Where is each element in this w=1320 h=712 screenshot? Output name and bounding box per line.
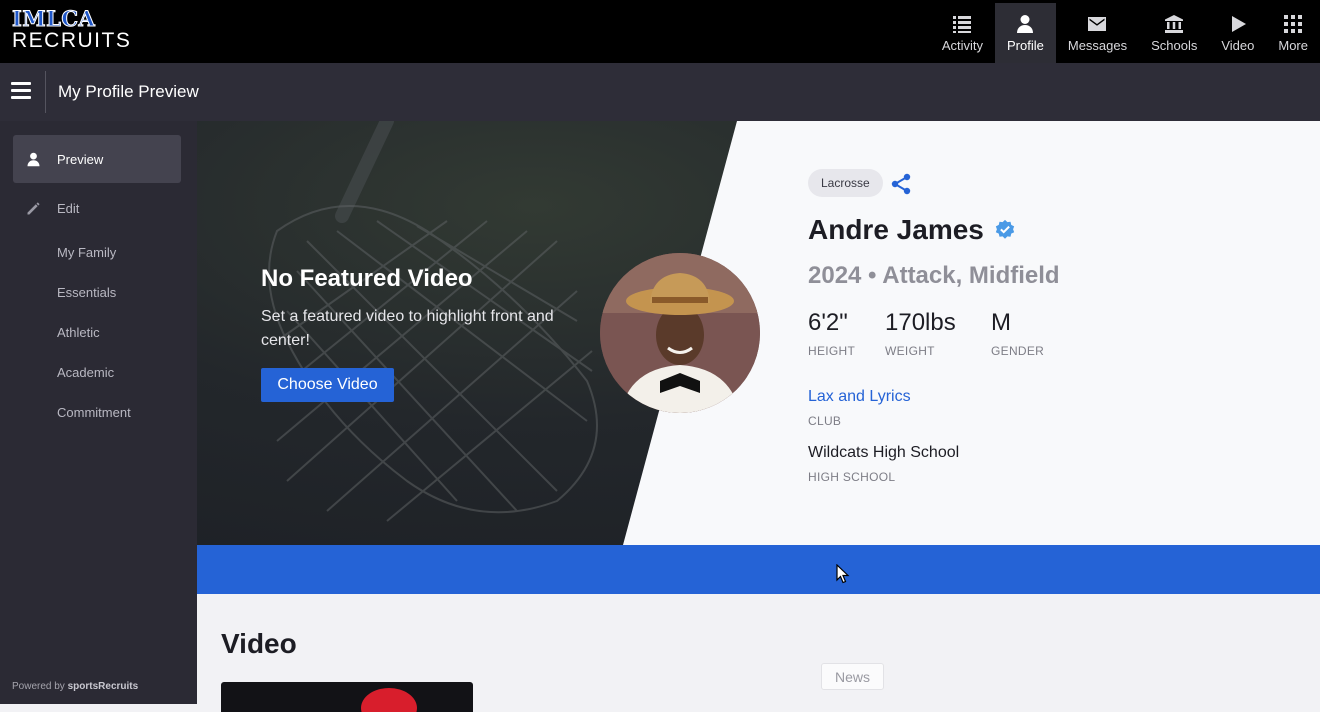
stat-height: 6'2" HEIGHT	[808, 309, 855, 358]
sidebar-item-label: Preview	[57, 151, 104, 167]
sidebar-item-label: My Family	[57, 244, 117, 260]
page-title: My Profile Preview	[58, 82, 199, 101]
pencil-icon	[27, 202, 40, 214]
nav-profile[interactable]: Profile	[995, 3, 1056, 63]
sidebar-item-preview[interactable]: Preview	[13, 135, 181, 183]
brand-logo[interactable]: IMLCA RECRUITS	[11, 6, 132, 52]
bank-icon	[1165, 14, 1184, 33]
nav-schools[interactable]: Schools	[1139, 3, 1209, 63]
verified-badge-icon	[995, 219, 1015, 239]
stat-gender: M GENDER	[991, 309, 1044, 358]
avatar	[600, 253, 760, 413]
nav-profile-label: Profile	[1007, 37, 1044, 53]
high-school-label: HIGH SCHOOL	[808, 470, 896, 484]
video-section-heading: Video	[221, 628, 297, 659]
sidebar-item-label: Edit	[57, 200, 80, 216]
sidebar-item-label: Academic	[57, 364, 115, 380]
choose-video-button[interactable]: Choose Video	[261, 368, 394, 402]
sidebar-item-edit[interactable]: Edit	[13, 184, 181, 232]
brand-logo-line2: RECRUITS	[12, 29, 132, 52]
nav-activity-label: Activity	[941, 37, 983, 53]
stat-value: 6'2"	[808, 309, 848, 336]
list-icon	[953, 15, 972, 33]
sidebar-item-label: Commitment	[57, 404, 131, 420]
powered-by-prefix: Powered by	[12, 681, 65, 692]
high-school-name: Wildcats High School	[808, 444, 960, 461]
video-thumbnail[interactable]	[221, 682, 473, 712]
section-nav-band	[197, 545, 1320, 594]
featured-video-text: Set a featured video to highlight front …	[261, 308, 554, 349]
sport-badge: Lacrosse	[808, 169, 883, 197]
profile-hero: No Featured Video Set a featured video t…	[197, 121, 1320, 545]
hamburger-menu-icon[interactable]	[11, 82, 31, 100]
main-content: Video News	[197, 594, 1320, 712]
mouse-cursor-icon	[836, 564, 850, 584]
brand-logo-line1: IMLCA	[11, 6, 96, 31]
stat-weight: 170lbs WEIGHT	[885, 309, 956, 358]
top-bar: IMLCA RECRUITS Activity Profile Messages…	[0, 0, 1320, 63]
club-label: CLUB	[808, 414, 842, 428]
stat-label: GENDER	[991, 344, 1045, 358]
play-icon	[1231, 15, 1246, 32]
sidebar: Preview Edit My Family Essentials Athlet…	[0, 121, 197, 704]
grid-icon	[1284, 14, 1303, 33]
news-tooltip: News	[821, 663, 885, 690]
sub-header: My Profile Preview	[0, 63, 1320, 121]
nav-activity[interactable]: Activity	[930, 3, 995, 63]
person-icon	[1017, 14, 1034, 33]
stat-value: 170lbs	[885, 309, 956, 336]
nav-more-label: More	[1278, 37, 1308, 53]
nav-schools-label: Schools	[1151, 37, 1198, 53]
nav-messages[interactable]: Messages	[1056, 3, 1139, 63]
nav-video[interactable]: Video	[1209, 3, 1266, 63]
profile-photo	[600, 253, 760, 413]
class-and-position: 2024 • Attack, Midfield	[808, 262, 1060, 289]
athlete-name: Andre James	[808, 214, 984, 245]
nav-video-label: Video	[1221, 37, 1255, 53]
powered-by-brand: sportsRecruits	[67, 681, 139, 692]
stat-label: WEIGHT	[885, 344, 935, 358]
header-divider	[45, 71, 46, 113]
featured-video-title: No Featured Video	[261, 265, 473, 292]
share-icon[interactable]	[889, 172, 913, 196]
nav-messages-label: Messages	[1067, 37, 1128, 53]
person-icon	[27, 152, 40, 166]
envelope-icon	[1088, 16, 1107, 31]
sidebar-item-label: Athletic	[57, 324, 100, 340]
powered-by[interactable]: Powered by sportsRecruits	[12, 681, 138, 692]
main-nav: Activity Profile Messages Schools Video …	[930, 3, 1320, 63]
stat-value: M	[991, 309, 1011, 336]
stat-label: HEIGHT	[808, 344, 856, 358]
sidebar-item-commitment[interactable]: Commitment	[13, 388, 181, 436]
sidebar-item-label: Essentials	[57, 284, 117, 300]
club-link[interactable]: Lax and Lyrics	[808, 388, 911, 406]
nav-more[interactable]: More	[1266, 3, 1320, 63]
